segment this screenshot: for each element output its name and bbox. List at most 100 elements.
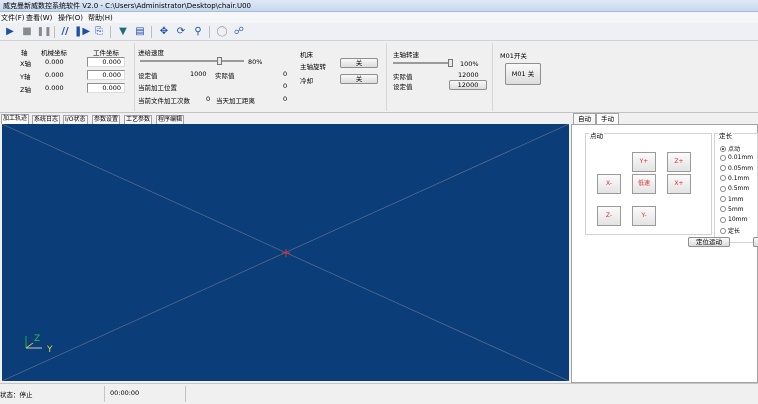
tab-io-status[interactable]: I/O状态 <box>63 115 88 124</box>
radio-dot[interactable] <box>720 175 726 182</box>
feed-set-value: 1000 <box>190 70 207 78</box>
file-step-icon[interactable]: ⎘ <box>92 25 106 39</box>
current-pos-label: 当前加工位置 <box>138 84 177 92</box>
spindle-set-value[interactable]: 12000 <box>449 80 487 90</box>
radio-dot[interactable] <box>720 227 726 234</box>
step-option[interactable]: 10mm <box>720 216 747 223</box>
menu-operate[interactable]: 操作(O) <box>58 13 83 23</box>
right-panel: 自动 手动 点动 Y+ Z+ X- 低速 X+ Z- Y- 定长 定位运动 点动… <box>571 113 758 383</box>
axis-header: 轴 <box>21 49 28 57</box>
distance-label: 当天加工距离 <box>216 97 255 105</box>
tab-process-params[interactable]: 工艺参数 <box>124 115 153 124</box>
tab-manual[interactable]: 手动 <box>596 113 619 124</box>
machine-coord-header: 机械坐标 <box>41 49 67 57</box>
jog-y-plus-button[interactable]: Y+ <box>632 152 656 172</box>
radio-dot[interactable] <box>720 145 726 152</box>
move-icon[interactable]: ✥ <box>157 25 171 39</box>
step-option-label: 5mm <box>728 205 744 213</box>
step-forward-icon[interactable]: ❚▶ <box>74 25 90 39</box>
toolpath-canvas[interactable]: Z Y <box>2 124 569 381</box>
radio-dot[interactable] <box>720 165 726 172</box>
jog-z-minus-button[interactable]: Z- <box>597 206 621 226</box>
y-axis-label: Y <box>46 345 53 355</box>
menu-help[interactable]: 帮助(H) <box>88 13 113 23</box>
feed-slider-track[interactable] <box>140 60 244 62</box>
play-icon[interactable]: ▶ <box>3 25 17 39</box>
file-count-value: 0 <box>206 95 211 103</box>
spindle-slider-track[interactable] <box>393 62 453 64</box>
z-machine-value: 0.000 <box>45 84 64 92</box>
feed-slider-thumb[interactable] <box>216 57 222 65</box>
title-bar: 威克曼新威数控系统软件 V2.0 - C:\Users\Administrato… <box>0 0 758 12</box>
jog-x-minus-button[interactable]: X- <box>597 174 621 194</box>
spindle-toggle-button[interactable]: 关 <box>340 58 378 68</box>
view-tabs: 加工轨迹 系统日志 I/O状态 参数设置 工艺参数 程序编辑 <box>0 114 570 124</box>
stop-icon[interactable]: ■ <box>20 25 34 39</box>
step-option-label: 10mm <box>728 216 748 224</box>
step-option[interactable]: 0.01mm <box>720 154 753 161</box>
step-option-label: 0.1mm <box>728 174 750 182</box>
spindle-rotate-label: 主轴旋转 <box>300 63 326 71</box>
z-work-value: 0.000 <box>87 83 125 93</box>
jog-x-plus-button[interactable]: X+ <box>667 174 691 194</box>
step-option[interactable]: 0.05mm <box>720 165 753 172</box>
step-option-label: 定长 <box>728 228 741 236</box>
locate-move-button[interactable]: 定位运动 <box>688 237 730 247</box>
menu-view[interactable]: 查看(W) <box>26 13 52 23</box>
step-option[interactable]: 5mm <box>720 206 744 213</box>
radio-dot[interactable] <box>720 196 726 202</box>
menu-bar: 文件(F) 查看(W) 操作(O) 帮助(H) <box>0 12 758 23</box>
coolant-toggle-button[interactable]: 关 <box>340 74 378 84</box>
spindle-slider-thumb[interactable] <box>448 59 454 67</box>
rotate-icon[interactable]: ⟳ <box>174 25 188 39</box>
m01-toggle-button[interactable]: M01 关 <box>505 63 541 85</box>
y-machine-value: 0.000 <box>45 71 64 79</box>
tab-toolpath[interactable]: 加工轨迹 <box>1 114 30 124</box>
m01-title: M01开关 <box>500 52 527 60</box>
step-option[interactable]: 1mm <box>720 196 744 203</box>
step-option[interactable]: 点动 <box>720 144 740 153</box>
radio-dot[interactable] <box>720 154 726 161</box>
tab-parameters[interactable]: 参数设置 <box>92 115 121 124</box>
status-panel: 轴 机械坐标 工件坐标 X轴 0.000 0.000 Y轴 0.000 0.00… <box>0 41 758 113</box>
zoom-icon[interactable]: ⚲ <box>191 25 205 39</box>
jog-y-minus-button[interactable]: Y- <box>632 206 656 226</box>
distance-value: 0 <box>283 95 288 103</box>
circle-icon[interactable]: ◯ <box>215 25 229 39</box>
spindle-actual-value: 12000 <box>458 71 479 79</box>
jog-z-plus-button[interactable]: Z+ <box>667 152 691 172</box>
step-option[interactable]: 0.5mm <box>720 185 749 192</box>
radio-dot[interactable] <box>720 216 726 223</box>
pause-icon[interactable]: ❚❚ <box>36 25 51 39</box>
extra-button[interactable] <box>753 237 758 247</box>
feed-title: 进给速度 <box>138 49 164 57</box>
radio-dot[interactable] <box>720 185 726 192</box>
tab-auto[interactable]: 自动 <box>573 113 596 124</box>
step-option-label: 0.05mm <box>728 164 754 172</box>
step-option-label: 0.01mm <box>728 154 754 162</box>
work-coord-header: 工件坐标 <box>93 49 119 57</box>
step-title: 定长 <box>718 130 733 140</box>
coolant-label: 冷却 <box>300 77 313 85</box>
current-pos-value: 0 <box>283 82 288 90</box>
feed-percent: 80% <box>248 58 263 66</box>
tab-system-log[interactable]: 系统日志 <box>32 115 61 124</box>
jog-title: 点动 <box>589 130 604 140</box>
jog-low-speed-button[interactable]: 低速 <box>632 174 656 194</box>
step-option[interactable]: 定长 <box>720 226 740 235</box>
menu-file[interactable]: 文件(F) <box>1 13 25 23</box>
step-option[interactable]: 0.1mm <box>720 175 749 182</box>
status-bar: 状态：停止 00:00:00 <box>0 383 758 404</box>
tool-path-icon[interactable]: ▼ <box>116 25 130 39</box>
step-back-icon[interactable]: // <box>58 25 72 39</box>
tool-path-2-icon[interactable]: ▤ <box>133 25 147 39</box>
tab-program-editor[interactable]: 程序编辑 <box>156 115 185 124</box>
feed-set-label: 设定值 <box>138 72 158 80</box>
radio-dot[interactable] <box>720 206 726 213</box>
reset-view-icon[interactable]: ☍ <box>232 25 246 39</box>
window-title: 威克曼新威数控系统软件 V2.0 - C:\Users\Administrato… <box>3 2 252 10</box>
spindle-percent: 100% <box>460 60 479 68</box>
z-axis-label: Z轴 <box>20 86 31 94</box>
x-machine-value: 0.000 <box>45 58 64 66</box>
x-work-value: 0.000 <box>87 57 125 67</box>
